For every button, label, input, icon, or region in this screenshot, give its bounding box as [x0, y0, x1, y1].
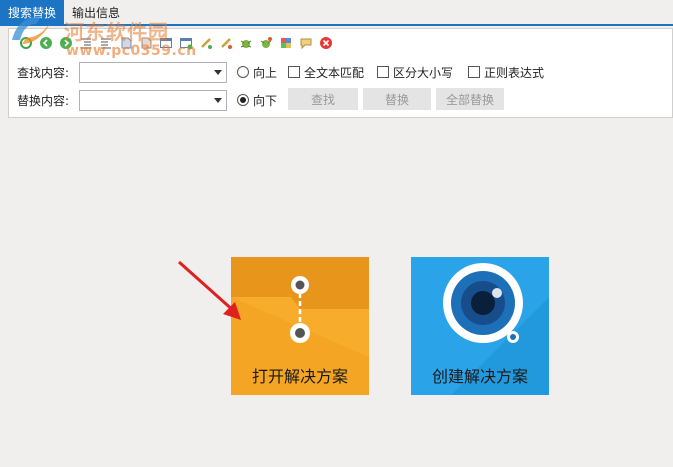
- find-row: 查找内容: 向上 全文本匹配 区分大小写 正则表达式: [9, 60, 672, 84]
- bug-add-icon[interactable]: [257, 34, 275, 52]
- replace-label: 替换内容:: [17, 93, 70, 108]
- close-red-icon[interactable]: [317, 34, 335, 52]
- replace-all-button[interactable]: 全部替换: [436, 88, 504, 110]
- open-solution-label: 打开解决方案: [251, 367, 348, 386]
- whole-word-checkbox[interactable]: 全文本匹配: [288, 64, 364, 81]
- radio-down[interactable]: [237, 94, 249, 106]
- open-solution-tile[interactable]: 打开解决方案: [231, 257, 369, 395]
- plugin-icon[interactable]: [277, 34, 295, 52]
- direction-down-radio[interactable]: 向下: [237, 92, 277, 109]
- replace-input[interactable]: [79, 89, 227, 111]
- match-case-checkbox[interactable]: 区分大小写: [377, 64, 453, 81]
- replace-row: 替换内容: 向下 查找 替换 全部替换: [9, 88, 672, 112]
- chevron-down-icon[interactable]: [214, 69, 222, 75]
- radio-up[interactable]: [237, 66, 249, 78]
- link-edit-icon[interactable]: [217, 34, 235, 52]
- watermark-logo-icon: [12, 16, 50, 44]
- replace-button[interactable]: 替换: [363, 88, 431, 110]
- find-button[interactable]: 查找: [288, 88, 358, 110]
- comment-icon[interactable]: [297, 34, 315, 52]
- find-label: 查找内容:: [17, 65, 70, 80]
- watermark-url: www.pc0359.cn: [66, 43, 197, 59]
- create-solution-label: 创建解决方案: [431, 367, 528, 386]
- direction-up-radio[interactable]: 向上: [237, 64, 277, 81]
- link-icon[interactable]: [197, 34, 215, 52]
- bug-icon[interactable]: [237, 34, 255, 52]
- watermark-title: 河东软件园: [64, 20, 169, 44]
- create-solution-tile[interactable]: 创建解决方案: [411, 257, 549, 395]
- find-input[interactable]: [79, 61, 227, 83]
- chevron-down-icon[interactable]: [214, 97, 222, 103]
- checkbox-whole-word[interactable]: [288, 66, 300, 78]
- annotation-arrow-icon: [178, 260, 241, 320]
- regex-checkbox[interactable]: 正则表达式: [468, 64, 544, 81]
- checkbox-regex[interactable]: [468, 66, 480, 78]
- checkbox-match-case[interactable]: [377, 66, 389, 78]
